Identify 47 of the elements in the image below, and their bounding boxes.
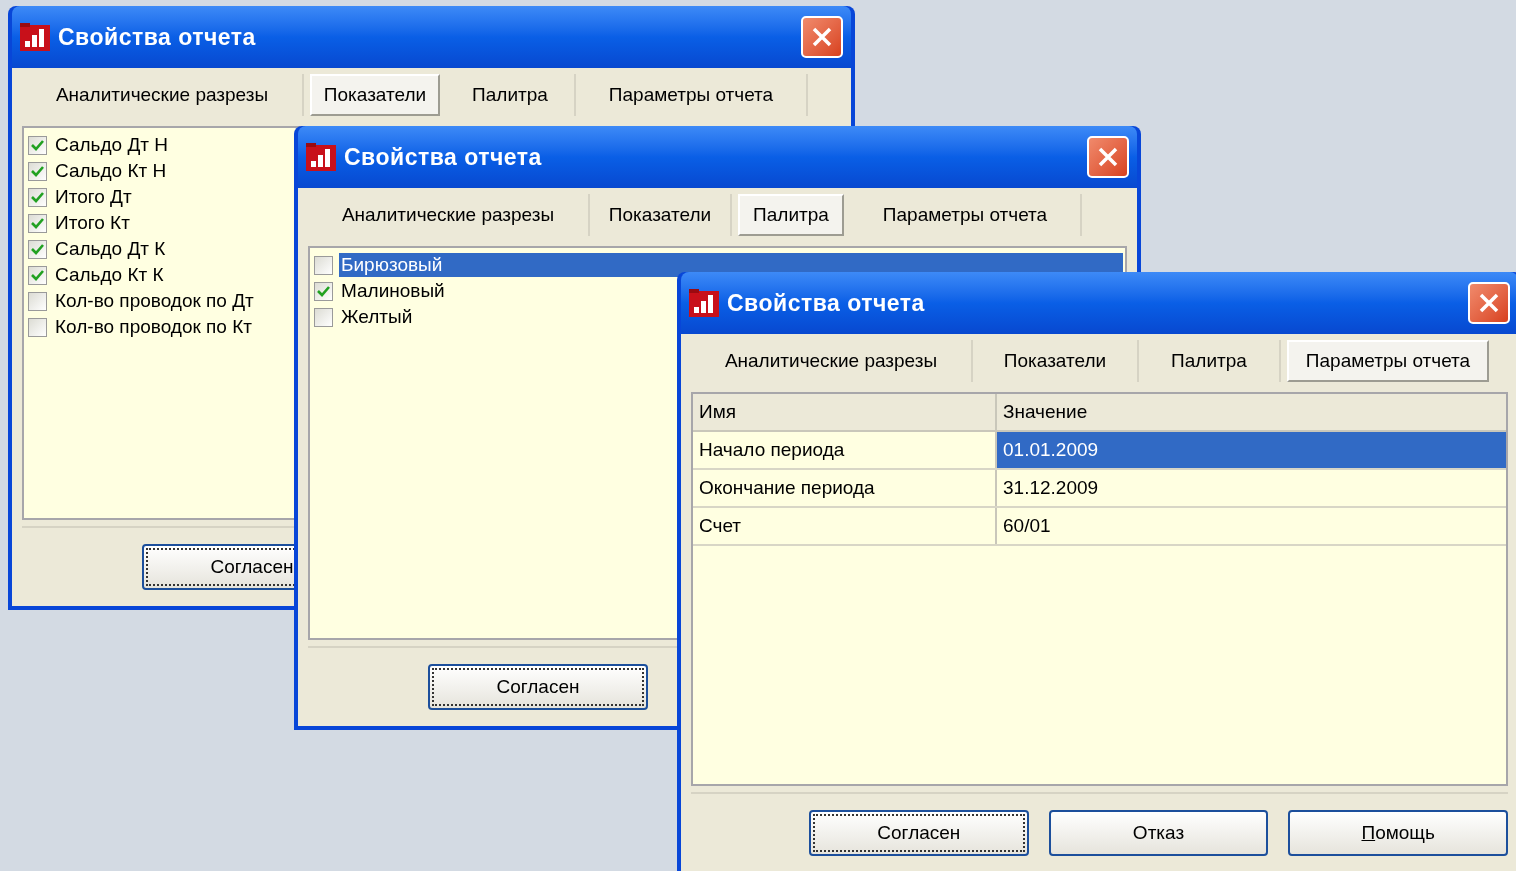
dialog-button[interactable]: Помощь [1288,810,1508,856]
table-cell[interactable]: 01.01.2009 [997,432,1506,468]
tab[interactable]: Палитра [738,194,844,236]
window-title: Свойства отчета [344,142,543,172]
window-title: Свойства отчета [727,288,926,318]
tab[interactable]: Аналитические разрезы [691,340,973,382]
dialog-button[interactable]: Отказ [1048,810,1269,856]
tab[interactable]: Параметры отчета [1287,340,1489,382]
column-header: Имя [693,394,997,430]
checkbox[interactable] [28,239,47,259]
tab[interactable]: Показатели [310,74,440,116]
table-cell: Счет [693,508,997,544]
checkbox[interactable] [28,161,47,181]
checklist-item[interactable]: Бирюзовый [339,253,1123,277]
close-icon [811,26,833,48]
checkbox[interactable] [28,187,47,207]
tab[interactable]: Палитра [1139,340,1281,382]
checkbox[interactable] [28,213,47,233]
tab[interactable]: Палитра [446,74,576,116]
tab[interactable]: Показатели [590,194,732,236]
tab[interactable]: Показатели [973,340,1139,382]
bar-chart-icon [20,23,50,51]
close-button[interactable] [801,16,843,58]
tab[interactable]: Аналитические разрезы [22,74,304,116]
checkbox[interactable] [314,307,333,327]
dialog-button[interactable]: Согласен [809,810,1029,856]
checkbox[interactable] [28,135,47,155]
table-cell[interactable]: 60/01 [997,508,1506,544]
checkbox[interactable] [28,291,47,311]
close-icon [1478,292,1500,314]
checkbox[interactable] [28,265,47,285]
close-button[interactable] [1087,136,1129,178]
checkbox[interactable] [28,317,47,337]
bar-chart-icon [306,143,336,171]
tab[interactable]: Параметры отчета [576,74,808,116]
checkbox[interactable] [314,255,333,275]
table-cell[interactable]: 31.12.2009 [997,470,1506,506]
tab[interactable]: Параметры отчета [850,194,1082,236]
close-button[interactable] [1468,282,1510,324]
checkbox[interactable] [314,281,333,301]
window-title: Свойства отчета [58,22,257,52]
bar-chart-icon [689,289,719,317]
table-cell: Окончание периода [693,470,997,506]
close-icon [1097,146,1119,168]
dialog-button[interactable]: Согласен [428,664,648,710]
column-header: Значение [1002,399,1089,424]
tab[interactable]: Аналитические разрезы [308,194,590,236]
